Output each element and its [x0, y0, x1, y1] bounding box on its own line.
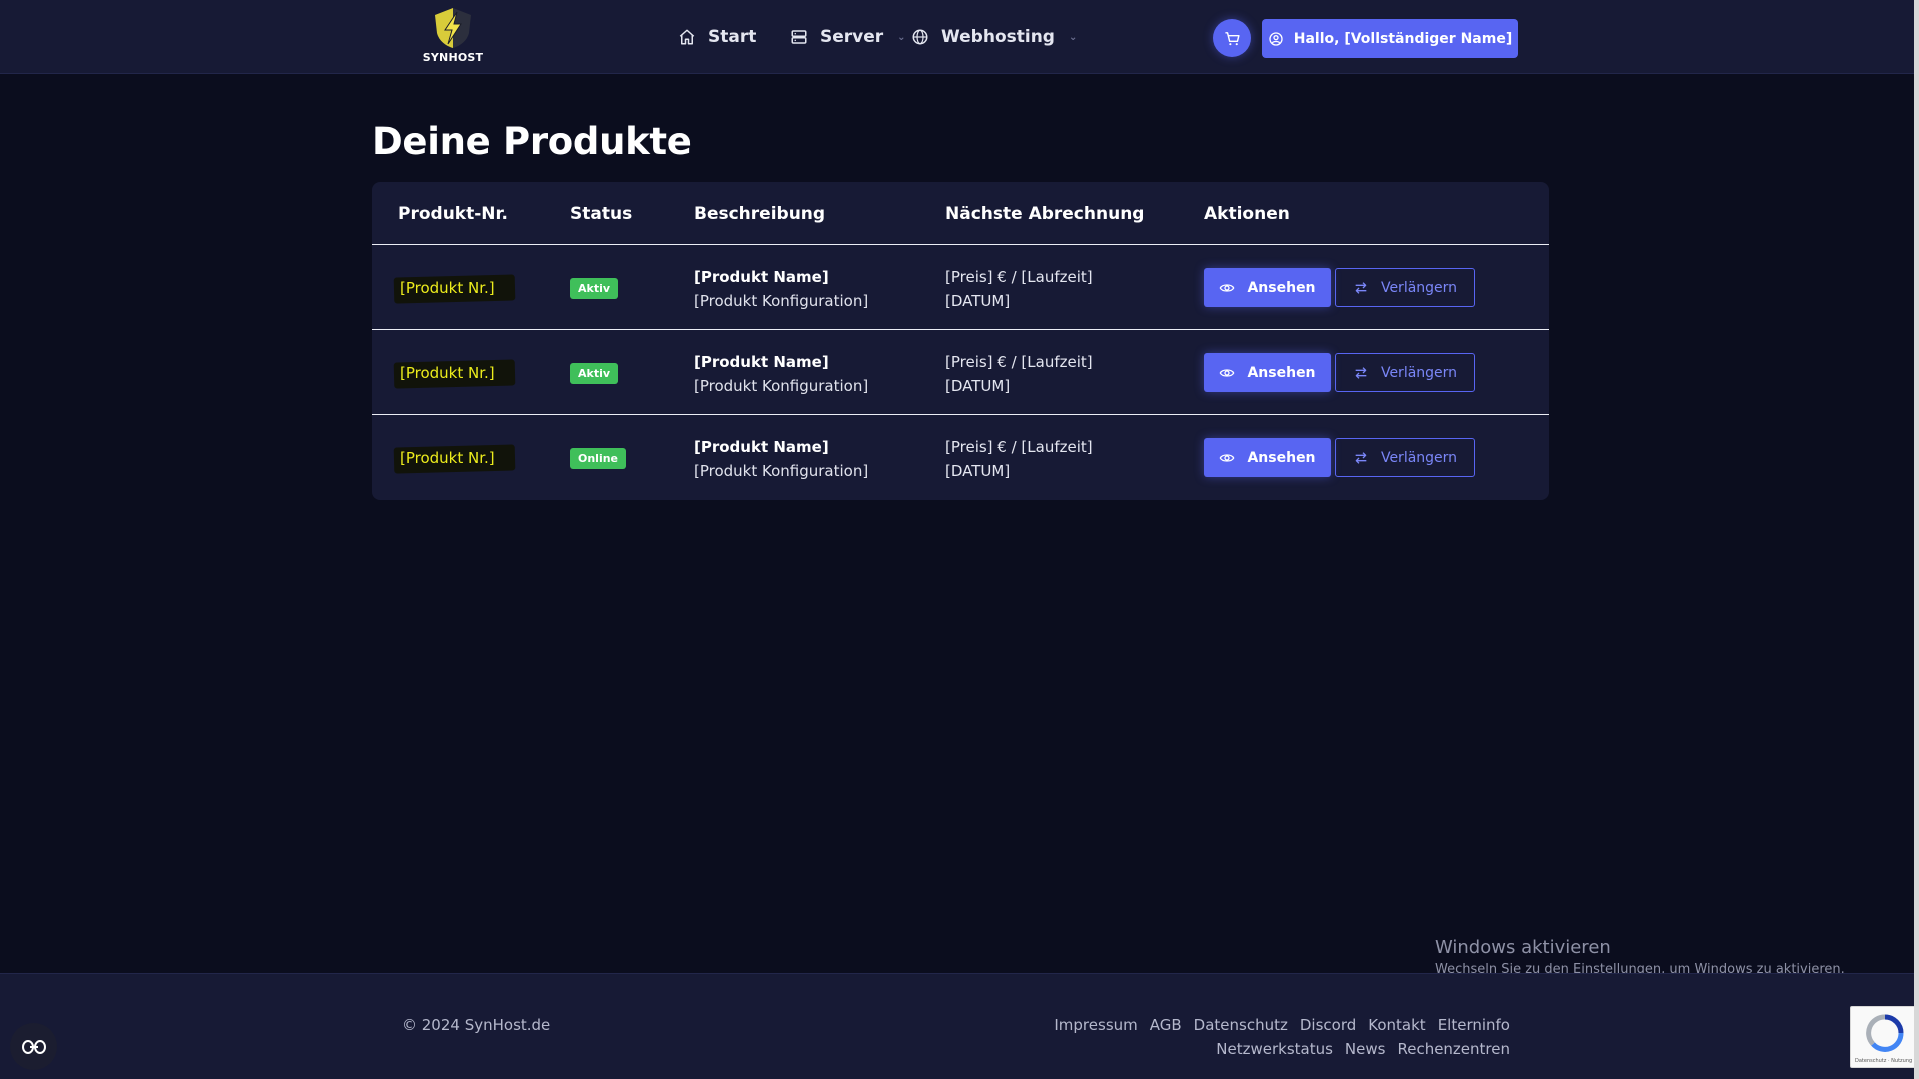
- logo-text: SYNHOST: [422, 51, 484, 64]
- view-button-label: Ansehen: [1247, 279, 1316, 296]
- footer-links-row2: Netzwerkstatus News Rechenzentren: [1216, 1040, 1510, 1058]
- table-row: [Produkt Nr.] Aktiv [Produkt Name] [Prod…: [372, 330, 1549, 415]
- copyright: © 2024 SynHost.de: [402, 1016, 551, 1034]
- table-row: [Produkt Nr.] Aktiv [Produkt Name] [Prod…: [372, 245, 1549, 330]
- product-config: [Produkt Konfiguration]: [694, 462, 869, 480]
- footer-link-agb[interactable]: AGB: [1150, 1016, 1182, 1034]
- renew-button-label: Verlängern: [1380, 279, 1458, 296]
- nav-start-label: Start: [708, 27, 757, 47]
- footer-link-news[interactable]: News: [1345, 1040, 1386, 1058]
- product-description: [Produkt Name] [Produkt Konfiguration]: [694, 350, 868, 398]
- table-row: [Produkt Nr.] Online [Produkt Name] [Pro…: [372, 415, 1549, 500]
- renew-button-label: Verlängern: [1380, 449, 1458, 466]
- view-button[interactable]: Ansehen: [1204, 353, 1331, 392]
- product-config: [Produkt Konfiguration]: [694, 292, 869, 310]
- next-billing: [Preis] € / [Laufzeit] [DATUM]: [945, 435, 1093, 483]
- status-badge: Aktiv: [570, 278, 619, 299]
- view-button[interactable]: Ansehen: [1204, 438, 1331, 477]
- renew-button[interactable]: Verlängern: [1335, 438, 1475, 477]
- top-navbar: SYNHOST Start Server ⌄ Webhosting ⌄ Hall…: [0, 0, 1919, 74]
- synhost-logo[interactable]: SYNHOST: [420, 6, 486, 70]
- chevron-down-icon: ⌄: [897, 31, 906, 43]
- shield-bolt-icon: [435, 8, 471, 48]
- billing-price: [Preis] € / [Laufzeit]: [945, 438, 1093, 456]
- server-icon: [791, 30, 807, 44]
- product-config: [Produkt Konfiguration]: [694, 377, 869, 395]
- billing-price: [Preis] € / [Laufzeit]: [945, 268, 1093, 286]
- header-actions: Aktionen: [1204, 204, 1290, 224]
- page-scrollbar[interactable]: [1914, 0, 1919, 1079]
- eye-icon: [1220, 368, 1235, 377]
- nav-webhosting-label: Webhosting: [941, 27, 1055, 47]
- header-next-billing: Nächste Abrechnung: [945, 204, 1145, 224]
- products-table: Produkt-Nr. Status Beschreibung Nächste …: [372, 182, 1549, 500]
- nav-start[interactable]: Start: [678, 24, 756, 50]
- product-name: [Produkt Name]: [694, 268, 829, 286]
- chevron-down-icon: ⌄: [1068, 31, 1078, 43]
- footer-link-rechenzentren[interactable]: Rechenzentren: [1397, 1040, 1510, 1058]
- footer-link-netzwerkstatus[interactable]: Netzwerkstatus: [1216, 1040, 1333, 1058]
- nav-webhosting[interactable]: Webhosting ⌄: [911, 24, 1077, 50]
- product-number[interactable]: [Produkt Nr.]: [398, 278, 497, 298]
- footer: © 2024 SynHost.de Impressum AGB Datensch…: [0, 973, 1919, 1079]
- status-badge: Aktiv: [570, 363, 619, 384]
- user-icon: [1269, 31, 1283, 46]
- billing-price: [Preis] € / [Laufzeit]: [945, 353, 1093, 371]
- eye-icon: [1220, 283, 1235, 292]
- table-header: Produkt-Nr. Status Beschreibung Nächste …: [372, 182, 1549, 245]
- header-description: Beschreibung: [694, 204, 826, 224]
- accessibility-button[interactable]: [10, 1023, 57, 1070]
- swap-arrows-icon: [1355, 281, 1367, 294]
- footer-links-row1: Impressum AGB Datenschutz Discord Kontak…: [1054, 1016, 1510, 1034]
- page-title: Deine Produkte: [372, 120, 692, 163]
- nav-server[interactable]: Server ⌄: [790, 24, 906, 50]
- product-number[interactable]: [Produkt Nr.]: [398, 363, 497, 383]
- windows-activation-watermark: Windows aktivieren Wechseln Sie zu den E…: [1435, 937, 1845, 977]
- user-menu-label: Hallo, [Vollständiger Name]: [1293, 30, 1513, 47]
- recaptcha-terms: Datenschutz · Nutzung: [1855, 1058, 1913, 1064]
- accessibility-icon: [21, 1039, 46, 1054]
- swap-arrows-icon: [1355, 366, 1367, 379]
- swap-arrows-icon: [1355, 451, 1367, 464]
- footer-link-kontakt[interactable]: Kontakt: [1368, 1016, 1425, 1034]
- watermark-title: Windows aktivieren: [1435, 937, 1611, 958]
- billing-date: [DATUM]: [945, 462, 1011, 480]
- cart-icon: [1224, 31, 1240, 45]
- billing-date: [DATUM]: [945, 377, 1011, 395]
- product-description: [Produkt Name] [Produkt Konfiguration]: [694, 435, 868, 483]
- footer-link-elterninfo[interactable]: Elterninfo: [1438, 1016, 1510, 1034]
- product-description: [Produkt Name] [Produkt Konfiguration]: [694, 265, 868, 313]
- next-billing: [Preis] € / [Laufzeit] [DATUM]: [945, 350, 1093, 398]
- renew-button[interactable]: Verlängern: [1335, 268, 1475, 307]
- nav-server-label: Server: [820, 27, 884, 47]
- footer-link-datenschutz[interactable]: Datenschutz: [1194, 1016, 1288, 1034]
- next-billing: [Preis] € / [Laufzeit] [DATUM]: [945, 265, 1093, 313]
- header-status: Status: [570, 204, 633, 224]
- product-number[interactable]: [Produkt Nr.]: [398, 448, 497, 468]
- renew-button-label: Verlängern: [1380, 364, 1458, 381]
- user-menu-button[interactable]: Hallo, [Vollständiger Name]: [1262, 19, 1518, 58]
- header-product-nr: Produkt-Nr.: [398, 204, 508, 224]
- renew-button[interactable]: Verlängern: [1335, 353, 1475, 392]
- globe-icon: [912, 29, 928, 45]
- product-name: [Produkt Name]: [694, 438, 829, 456]
- billing-date: [DATUM]: [945, 292, 1011, 310]
- status-badge: Online: [570, 448, 627, 469]
- product-name: [Produkt Name]: [694, 353, 829, 371]
- cart-button[interactable]: [1213, 19, 1251, 57]
- recaptcha-icon: [1866, 1014, 1904, 1052]
- view-button-label: Ansehen: [1247, 449, 1316, 466]
- recaptcha-badge[interactable]: Datenschutz · Nutzung: [1850, 1006, 1919, 1068]
- eye-icon: [1220, 453, 1235, 462]
- view-button[interactable]: Ansehen: [1204, 268, 1331, 307]
- footer-link-discord[interactable]: Discord: [1300, 1016, 1356, 1034]
- home-icon: [679, 29, 695, 45]
- view-button-label: Ansehen: [1247, 364, 1316, 381]
- footer-link-impressum[interactable]: Impressum: [1054, 1016, 1137, 1034]
